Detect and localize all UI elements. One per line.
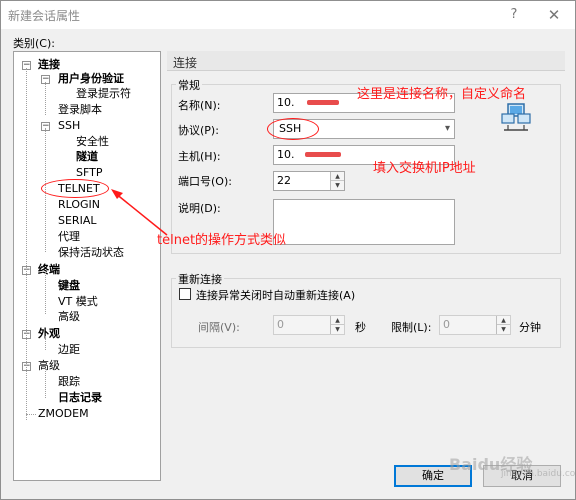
tree-item[interactable]: 跟踪 (58, 375, 80, 389)
arrow-down-icon[interactable]: ▼ (497, 325, 510, 334)
host-annotation: 填入交换机IP地址 (373, 161, 476, 176)
host-label: 主机(H): (178, 150, 221, 163)
interval-input[interactable]: 0 ▲ ▼ (273, 315, 345, 335)
close-icon[interactable]: ✕ (541, 4, 567, 26)
tree-item[interactable]: 登录提示符 (76, 87, 131, 101)
tree-item[interactable]: 高级 (58, 310, 80, 324)
tree-item[interactable]: 日志记录 (58, 391, 102, 405)
tree-guide-line (45, 368, 46, 398)
tree-item[interactable]: 终端 (38, 263, 60, 277)
tree-item[interactable]: VT 模式 (58, 295, 98, 309)
description-label: 说明(D): (178, 202, 221, 215)
tree-guide-line (45, 82, 46, 115)
limit-spinner[interactable]: ▲ ▼ (496, 316, 510, 334)
tree-item[interactable]: 登录脚本 (58, 103, 102, 117)
tree-item[interactable]: 连接 (38, 58, 60, 72)
limit-value: 0 (443, 318, 450, 331)
port-spinner[interactable]: ▲ ▼ (330, 172, 344, 190)
session-properties-window: 新建会话属性 ? ✕ 类别(C): − 连接 − 用户身份验证 登录提示符 登录脚本 − SS… (0, 0, 576, 500)
port-value: 22 (277, 174, 291, 187)
reconnect-group-label: 重新连接 (176, 271, 224, 287)
tree-item[interactable]: RLOGIN (58, 198, 100, 212)
network-computer-icon (501, 103, 531, 131)
tree-item[interactable]: 用户身份验证 (58, 72, 124, 86)
telnet-highlight-oval (41, 179, 109, 198)
tree-item[interactable]: 边距 (58, 343, 80, 357)
name-value: 10. (277, 96, 295, 109)
settings-panel: 连接 常规 名称(N): 10. 协议(P): SSH ▾ 主机(H): 10.… (167, 51, 565, 481)
limit-unit: 分钟 (519, 321, 541, 334)
tree-guide-line (45, 272, 46, 314)
tree-item[interactable]: 安全性 (76, 135, 109, 149)
telnet-annotation: telnet的操作方式类似 (157, 233, 287, 248)
category-tree[interactable]: − 连接 − 用户身份验证 登录提示符 登录脚本 − SSH 安全性 隧道 SFTP TELNET RL… (13, 51, 161, 481)
interval-spinner[interactable]: ▲ ▼ (330, 316, 344, 334)
auto-reconnect-label: 连接异常关闭时自动重新连接(A) (196, 289, 356, 302)
window-title: 新建会话属性 (8, 9, 81, 23)
help-icon[interactable]: ? (501, 4, 527, 26)
host-value: 10. (277, 148, 295, 161)
tree-guide-line (45, 336, 46, 350)
protocol-label: 协议(P): (178, 124, 219, 137)
title-bar: 新建会话属性 ? ✕ (1, 1, 575, 29)
name-annotation: 这里是连接名称，自定义命名 (357, 87, 527, 102)
tree-item[interactable]: 隧道 (76, 150, 98, 164)
tree-item[interactable]: SFTP (76, 166, 102, 180)
redaction-mark (305, 152, 341, 157)
port-input[interactable]: 22 ▲ ▼ (273, 171, 345, 191)
protocol-highlight-oval (267, 118, 319, 140)
panel-title: 连接 (173, 56, 198, 70)
port-label: 端口号(O): (178, 175, 232, 188)
tree-item[interactable]: 保持活动状态 (58, 246, 124, 260)
category-label: 类别(C): (13, 37, 55, 50)
description-input[interactable] (273, 199, 455, 245)
name-label: 名称(N): (178, 99, 221, 112)
tree-item[interactable]: ZMODEM (38, 407, 89, 421)
limit-input[interactable]: 0 ▲ ▼ (439, 315, 511, 335)
tree-item[interactable]: SSH (58, 119, 80, 133)
arrow-up-icon[interactable]: ▲ (331, 316, 344, 325)
limit-label: 限制(L): (391, 321, 432, 334)
arrow-up-icon[interactable]: ▲ (497, 316, 510, 325)
tree-item[interactable]: 键盘 (58, 279, 80, 293)
redaction-mark (307, 100, 339, 105)
interval-label: 间隔(V): (198, 321, 240, 334)
auto-reconnect-checkbox[interactable] (179, 288, 191, 300)
general-group-label: 常规 (176, 77, 202, 93)
watermark-url: jingyan.baidu.com (501, 469, 576, 479)
arrow-down-icon[interactable]: ▼ (331, 325, 344, 334)
tree-item[interactable]: SERIAL (58, 214, 96, 228)
tree-guide-line (26, 414, 36, 415)
tree-item[interactable]: 代理 (58, 230, 80, 244)
tree-item[interactable]: 高级 (38, 359, 60, 373)
arrow-up-icon[interactable]: ▲ (331, 172, 344, 181)
tree-guide-line (26, 68, 27, 420)
chevron-down-icon: ▾ (444, 123, 450, 134)
tree-item[interactable]: 外观 (38, 327, 60, 341)
interval-value: 0 (277, 318, 284, 331)
panel-header: 连接 (167, 51, 565, 71)
arrow-down-icon[interactable]: ▼ (331, 181, 344, 190)
interval-unit: 秒 (355, 321, 366, 334)
